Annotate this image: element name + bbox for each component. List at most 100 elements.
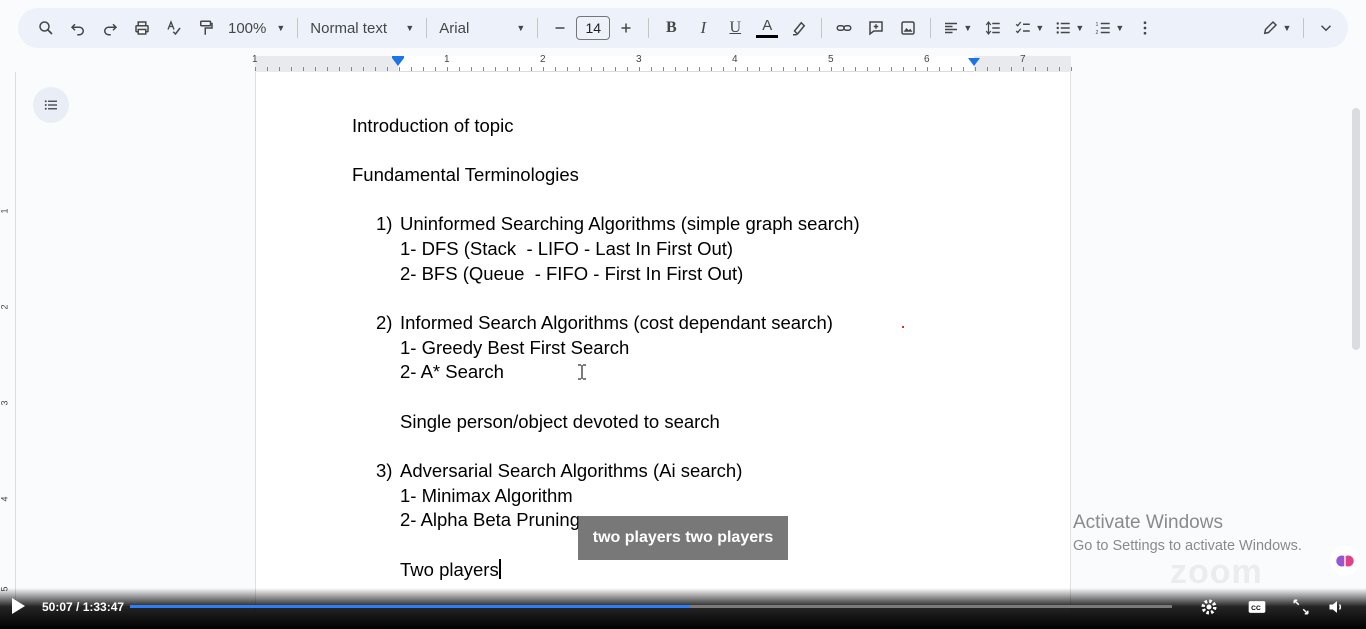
settings-gear-icon[interactable] bbox=[1198, 597, 1220, 617]
underline-button[interactable]: U bbox=[719, 12, 751, 44]
align-icon bbox=[945, 22, 958, 34]
comment-icon[interactable] bbox=[860, 12, 892, 44]
play-icon[interactable] bbox=[12, 598, 25, 614]
chevron-down-icon: ▼ bbox=[1115, 23, 1125, 33]
font-select[interactable]: Arial ▼ bbox=[433, 12, 531, 44]
bold-button[interactable]: B bbox=[655, 12, 687, 44]
left-indent-marker[interactable] bbox=[392, 58, 404, 66]
fullscreen-icon[interactable] bbox=[1290, 597, 1312, 617]
doc-line-with-cursor[interactable]: Two players bbox=[400, 559, 501, 581]
image-icon[interactable] bbox=[892, 12, 924, 44]
brain-icon[interactable] bbox=[1330, 546, 1360, 576]
toolbar-divider bbox=[821, 18, 823, 38]
text-color-swatch bbox=[756, 34, 779, 38]
activate-windows-title: Activate Windows bbox=[1073, 512, 1223, 533]
bullet-list-select[interactable]: ▼ bbox=[1049, 12, 1089, 44]
first-line-indent-marker[interactable] bbox=[392, 56, 404, 58]
checklist-icon bbox=[1016, 21, 1031, 34]
link-icon[interactable] bbox=[828, 12, 860, 44]
ruler-tick bbox=[339, 67, 340, 71]
list-number: 1) bbox=[376, 213, 393, 234]
video-progress-bar[interactable] bbox=[130, 605, 1172, 608]
ruler-tick bbox=[639, 67, 640, 71]
ruler-tick bbox=[411, 67, 412, 71]
horizontal-ruler: 1 1 2 3 4 5 6 7 bbox=[0, 54, 1366, 72]
more-icon[interactable] bbox=[1129, 12, 1161, 44]
checklist-select[interactable]: ▼ bbox=[1009, 12, 1049, 44]
doc-line[interactable]: 2- BFS (Queue - FIFO - First In First Ou… bbox=[400, 263, 743, 285]
zoom-value: 100% bbox=[228, 19, 267, 37]
doc-line[interactable]: 2- Alpha Beta Pruning bbox=[400, 509, 580, 531]
ruler-tick bbox=[699, 67, 700, 71]
numbered-list-select[interactable]: 12 ▼ bbox=[1089, 12, 1129, 44]
doc-line[interactable]: Introduction of topic bbox=[352, 115, 513, 137]
ruler-tick bbox=[975, 67, 976, 71]
ruler-tick bbox=[783, 67, 784, 71]
ruler-tick bbox=[507, 67, 508, 71]
text-color-button[interactable]: A bbox=[751, 12, 783, 44]
volume-icon[interactable] bbox=[1326, 597, 1348, 617]
ruler-number: 7 bbox=[1020, 54, 1026, 65]
doc-line[interactable]: 1- Greedy Best First Search bbox=[400, 337, 629, 359]
ruler-number: 1 bbox=[0, 208, 10, 214]
style-select[interactable]: Normal text ▼ bbox=[304, 12, 420, 44]
increase-font-size-button[interactable] bbox=[610, 12, 642, 44]
toolbar-divider bbox=[1303, 18, 1304, 38]
ruler-tick bbox=[615, 67, 616, 71]
doc-line[interactable]: Single person/object devoted to search bbox=[400, 411, 720, 433]
line-spacing-icon[interactable] bbox=[977, 12, 1009, 44]
ruler-tick bbox=[1035, 67, 1036, 71]
list-number: 3) bbox=[376, 460, 393, 481]
decrease-font-size-button[interactable] bbox=[544, 12, 576, 44]
ruler-tick bbox=[951, 67, 952, 71]
ruler-tick bbox=[867, 67, 868, 71]
chevron-down-icon: ▼ bbox=[516, 23, 526, 33]
zoom-select[interactable]: 100% ▼ bbox=[222, 12, 291, 44]
doc-line[interactable]: 1- DFS (Stack - LIFO - Last In First Out… bbox=[400, 238, 733, 260]
doc-line[interactable]: Two players bbox=[400, 559, 499, 580]
numbered-list-icon: 12 bbox=[1096, 22, 1111, 36]
ibeam-cursor-icon bbox=[578, 364, 586, 380]
document-outline-button[interactable] bbox=[33, 87, 69, 123]
closed-captions-icon[interactable]: CC bbox=[1246, 597, 1268, 617]
redo-icon[interactable] bbox=[94, 12, 126, 44]
print-icon[interactable] bbox=[126, 12, 158, 44]
ruler-tick bbox=[363, 67, 364, 71]
font-value: Arial bbox=[439, 19, 470, 37]
ruler-tick bbox=[1023, 67, 1024, 71]
doc-line[interactable]: Uninformed Searching Algorithms (simple … bbox=[400, 213, 860, 235]
italic-button[interactable]: I bbox=[687, 12, 719, 44]
doc-line[interactable]: Adversarial Search Algorithms (Ai search… bbox=[400, 460, 742, 482]
undo-icon[interactable] bbox=[62, 12, 94, 44]
highlight-icon[interactable] bbox=[783, 12, 815, 44]
spellcheck-icon[interactable] bbox=[158, 12, 190, 44]
collapse-icon[interactable] bbox=[1310, 12, 1342, 44]
font-size-input[interactable]: 14 bbox=[576, 16, 611, 40]
ruler-tick bbox=[963, 67, 964, 71]
ruler-tick bbox=[807, 67, 808, 71]
ruler-tick bbox=[879, 67, 880, 71]
ruler-tick bbox=[327, 67, 328, 71]
paint-format-icon[interactable] bbox=[190, 12, 222, 44]
video-controls bbox=[0, 588, 1366, 629]
search-icon[interactable] bbox=[30, 12, 62, 44]
doc-line[interactable]: 1- Minimax Algorithm bbox=[400, 485, 573, 507]
ruler-tick bbox=[903, 67, 904, 71]
right-indent-marker[interactable] bbox=[968, 58, 980, 66]
ruler-tick bbox=[267, 67, 268, 71]
text-cursor bbox=[498, 559, 501, 579]
ruler-tick bbox=[387, 67, 388, 71]
doc-line[interactable]: 2- A* Search bbox=[400, 361, 504, 383]
align-select[interactable]: ▼ bbox=[937, 12, 977, 44]
video-time: 50:07 / 1:33:47 bbox=[42, 600, 125, 614]
edit-mode-select[interactable]: ▼ bbox=[1255, 12, 1297, 44]
vertical-scrollbar[interactable] bbox=[1352, 108, 1360, 350]
doc-line[interactable]: Fundamental Terminologies bbox=[352, 164, 579, 186]
ruler-tick bbox=[399, 67, 400, 71]
ruler-tick bbox=[747, 67, 748, 71]
ruler-number: 2 bbox=[0, 304, 10, 310]
bullet-list-icon bbox=[1056, 22, 1071, 34]
doc-line[interactable]: Informed Search Algorithms (cost dependa… bbox=[400, 312, 833, 334]
ruler-number: 4 bbox=[732, 54, 738, 65]
ruler-tick bbox=[987, 67, 988, 71]
